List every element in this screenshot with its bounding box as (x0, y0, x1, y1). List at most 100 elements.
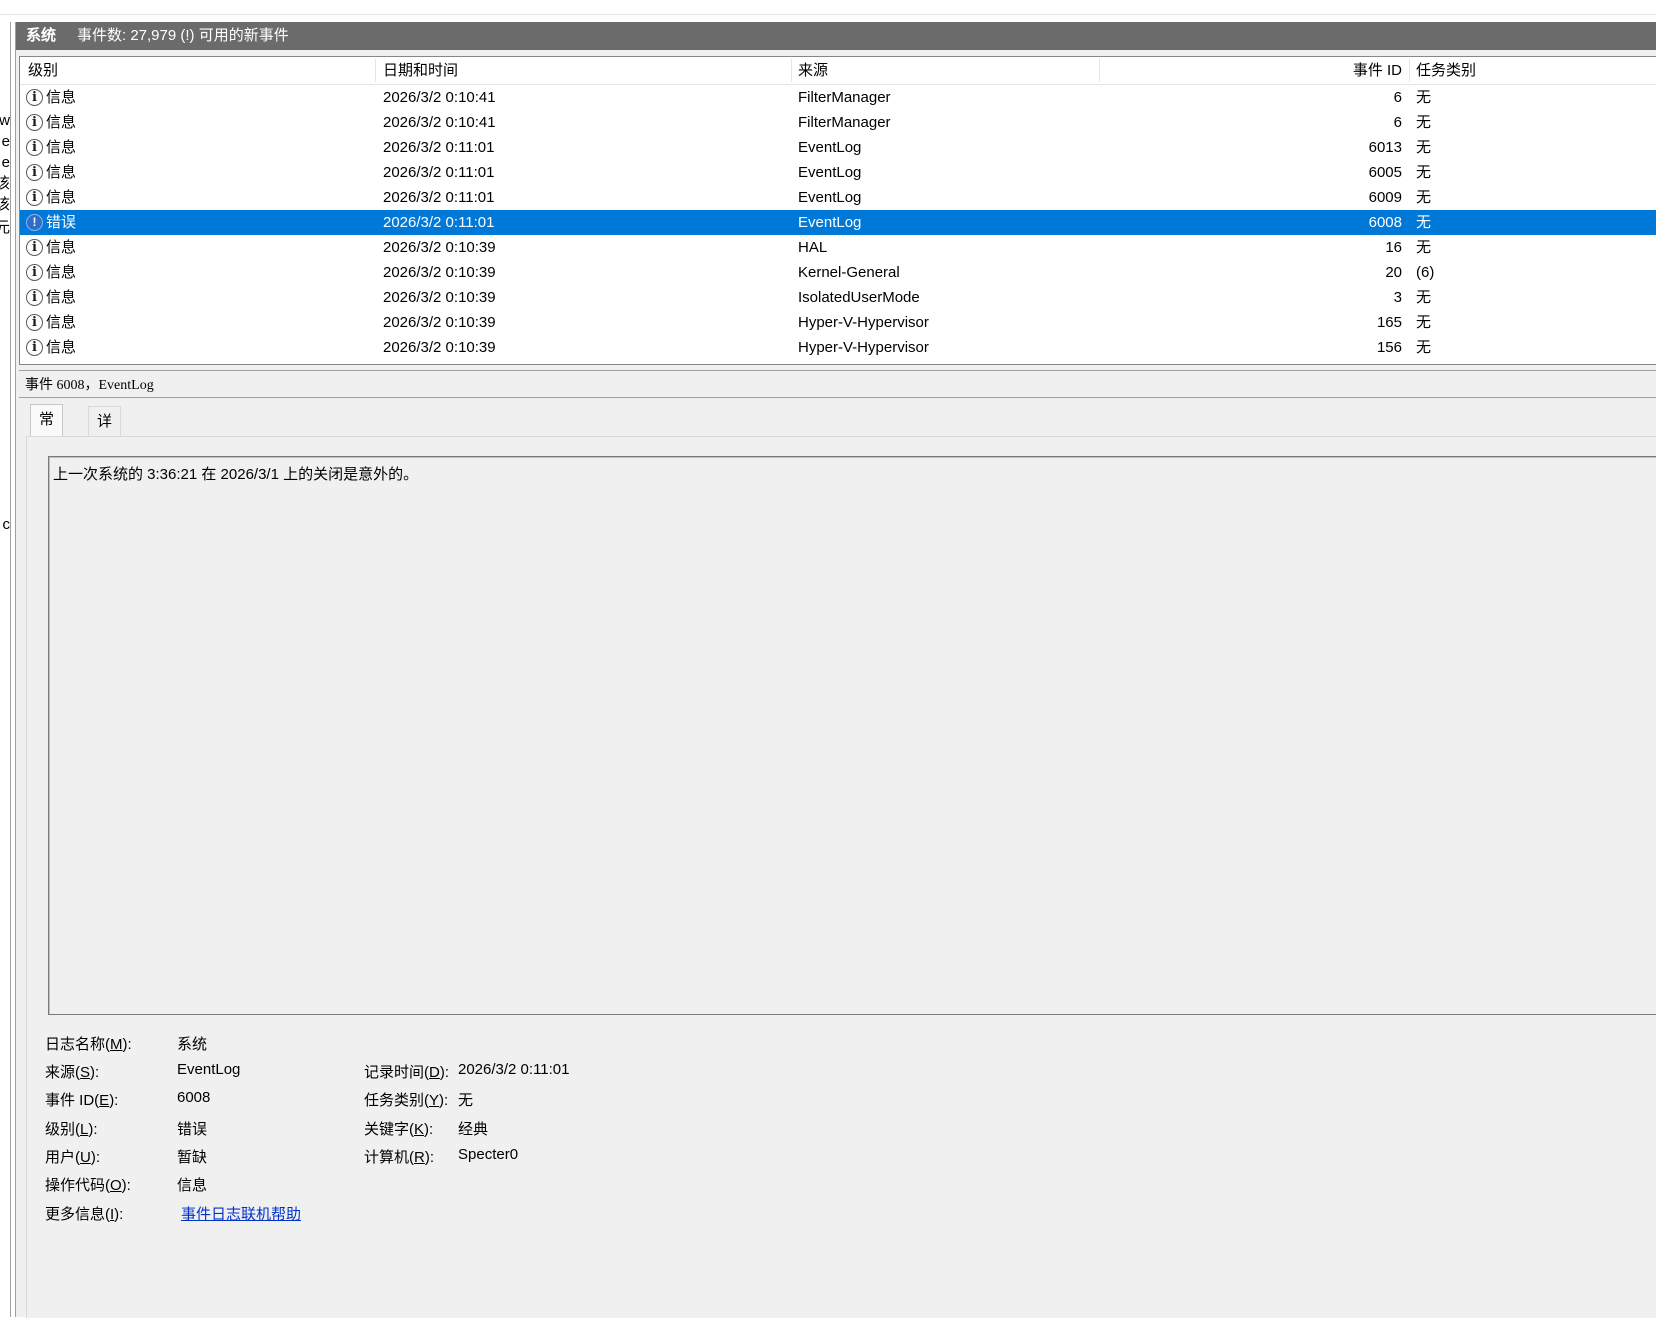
event-id-cell: 156 (1376, 339, 1402, 356)
date-cell: 2026/3/2 0:11:01 (383, 214, 495, 231)
event-row[interactable]: i 信息 2026/3/2 0:10:39 Hyper-V-Hypervisor … (20, 310, 1656, 335)
column-header-source[interactable]: 来源 (798, 57, 828, 84)
user-label: 用户(U): (45, 1149, 101, 1166)
event-row[interactable]: i 信息 2026/3/2 0:10:39 Hyper-V-Hypervisor … (20, 335, 1656, 360)
task-cell: 无 (1416, 189, 1432, 206)
event-detail-title: 事件 6008，EventLog (25, 378, 154, 393)
general-tab-pane: 上一次系统的 3:36:21 在 2026/3/1 上的关闭是意外的。 日志名称… (26, 436, 1656, 1318)
keywords-value: 经典 (458, 1121, 489, 1138)
event-message-box[interactable]: 上一次系统的 3:36:21 在 2026/3/1 上的关闭是意外的。 (48, 456, 1656, 1015)
level-text: 信息 (46, 114, 77, 131)
level-text: 信息 (46, 139, 77, 156)
level-text: 信息 (46, 289, 77, 306)
column-header-date[interactable]: 日期和时间 (383, 57, 458, 84)
column-header-event-id[interactable]: 事件 ID (1320, 57, 1402, 84)
event-id-cell: 20 (1385, 264, 1402, 281)
event-id-cell: 6008 (1368, 214, 1402, 231)
source-cell: EventLog (798, 189, 862, 206)
date-cell: 2026/3/2 0:10:41 (383, 114, 496, 131)
navigation-pane[interactable]: w e e 该 该 元 c (0, 22, 11, 1317)
source-cell: IsolatedUserMode (798, 289, 920, 306)
more-info-label: 更多信息(I): (45, 1206, 124, 1223)
logged-label: 记录时间(D): (364, 1064, 450, 1081)
level-text: 信息 (46, 164, 77, 181)
event-id-cell: 16 (1385, 239, 1402, 256)
date-cell: 2026/3/2 0:10:39 (383, 264, 496, 281)
column-header-task[interactable]: 任务类别 (1416, 57, 1476, 84)
tab-details[interactable]: 详细信息 (88, 406, 122, 520)
nav-fragment[interactable]: 该 (0, 175, 10, 193)
level-cell: i 信息 (26, 160, 176, 185)
event-row[interactable]: i 信息 2026/3/2 0:11:01 EventLog 6005 无 (20, 160, 1656, 185)
user-value: 暂缺 (177, 1149, 208, 1166)
nav-fragment[interactable]: e (2, 133, 10, 151)
column-divider[interactable] (1409, 59, 1410, 82)
date-cell: 2026/3/2 0:10:39 (383, 314, 496, 331)
nav-fragment[interactable]: c (3, 516, 11, 534)
event-count: 事件数: 27,979 (!) 可用的新事件 (77, 27, 289, 44)
event-row[interactable]: i 信息 2026/3/2 0:11:01 EventLog 6013 无 (20, 135, 1656, 160)
info-icon: i (26, 164, 43, 181)
level-cell: i 信息 (26, 235, 176, 260)
event-row[interactable]: i 信息 2026/3/2 0:10:39 Kernel-General 20 (… (20, 260, 1656, 285)
level-label: 级别(L): (45, 1121, 98, 1138)
tab-general[interactable]: 常规 (30, 404, 64, 458)
column-divider[interactable] (791, 59, 792, 82)
nav-fragment[interactable]: 元 (0, 219, 10, 237)
column-header-level[interactable]: 级别 (28, 57, 58, 84)
level-cell: i 信息 (26, 185, 176, 210)
source-cell: EventLog (798, 139, 862, 156)
error-icon: ! (26, 214, 43, 231)
source-cell: Hyper-V-Hypervisor (798, 314, 929, 331)
event-row[interactable]: i 信息 2026/3/2 0:10:39 HAL 16 无 (20, 235, 1656, 260)
log-name-label: 日志名称(M): (45, 1036, 132, 1053)
top-strip (0, 0, 1656, 15)
column-divider[interactable] (1099, 59, 1100, 82)
level-text: 信息 (46, 339, 77, 356)
column-divider[interactable] (375, 59, 376, 82)
level-cell: i 信息 (26, 110, 176, 135)
opcode-label: 操作代码(O): (45, 1177, 131, 1194)
event-row[interactable]: i 信息 2026/3/2 0:11:01 EventLog 6009 无 (20, 185, 1656, 210)
date-cell: 2026/3/2 0:11:01 (383, 139, 495, 156)
source-cell: FilterManager (798, 114, 891, 131)
source-cell: EventLog (798, 164, 862, 181)
task-label: 任务类别(Y): (364, 1092, 449, 1109)
info-icon: i (26, 264, 43, 281)
event-row[interactable]: i 信息 2026/3/2 0:10:39 IsolatedUserMode 3 … (20, 285, 1656, 310)
event-row[interactable]: i 信息 2026/3/2 0:10:41 FilterManager 6 无 (20, 110, 1656, 135)
log-title-bar: 系统 事件数: 27,979 (!) 可用的新事件 (16, 22, 1656, 50)
info-icon: i (26, 239, 43, 256)
task-cell: 无 (1416, 289, 1432, 306)
event-row[interactable]: i 信息 2026/3/2 0:10:41 FilterManager 6 无 (20, 85, 1656, 110)
log-name-value: 系统 (177, 1036, 208, 1053)
source-cell: HAL (798, 239, 828, 256)
event-id-value: 6008 (177, 1089, 211, 1106)
level-text: 信息 (46, 314, 77, 331)
opcode-value: 信息 (177, 1177, 208, 1194)
nav-fragment[interactable]: 该 (0, 196, 10, 214)
info-icon: i (26, 314, 43, 331)
source-value: EventLog (177, 1061, 241, 1078)
date-cell: 2026/3/2 0:10:41 (383, 89, 496, 106)
level-cell: i 信息 (26, 135, 176, 160)
online-help-link[interactable]: 事件日志联机帮助 (181, 1203, 301, 1224)
level-cell: i 信息 (26, 310, 176, 335)
level-cell: i 信息 (26, 335, 176, 360)
nav-fragment[interactable]: e (2, 154, 10, 172)
task-cell: 无 (1416, 239, 1432, 256)
event-id-label: 事件 ID(E): (45, 1092, 119, 1109)
info-icon: i (26, 339, 43, 356)
event-viewer-main: 系统 事件数: 27,979 (!) 可用的新事件 级别 日期和时间 来源 事件… (15, 22, 1656, 1318)
level-cell: i 信息 (26, 85, 176, 110)
task-cell: 无 (1416, 314, 1432, 331)
task-cell: 无 (1416, 164, 1432, 181)
source-label: 来源(S): (45, 1064, 100, 1081)
event-row-selected[interactable]: ! 错误 2026/3/2 0:11:01 EventLog 6008 无 (20, 210, 1656, 235)
info-icon: i (26, 289, 43, 306)
event-id-cell: 6 (1393, 89, 1402, 106)
level-text: 信息 (46, 189, 77, 206)
event-id-cell: 6013 (1368, 139, 1402, 156)
nav-fragment[interactable]: w (0, 112, 10, 130)
event-list[interactable]: 级别 日期和时间 来源 事件 ID 任务类别 i 信息 2026/3/2 0:10… (19, 56, 1656, 365)
